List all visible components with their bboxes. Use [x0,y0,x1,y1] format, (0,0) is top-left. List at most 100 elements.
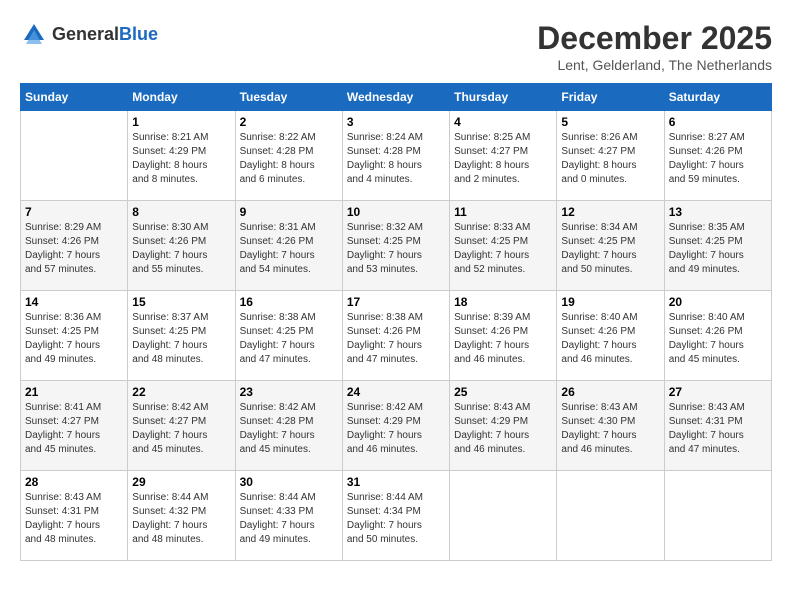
day-number: 3 [347,115,445,129]
calendar-cell: 28 Sunrise: 8:43 AM Sunset: 4:31 PM Dayli… [21,471,128,561]
day-info: Sunrise: 8:29 AM Sunset: 4:26 PM Dayligh… [25,221,123,277]
location-subtitle: Lent, Gelderland, The Netherlands [537,57,772,73]
day-info: Sunrise: 8:22 AM Sunset: 4:28 PM Dayligh… [240,131,338,187]
day-info: Sunrise: 8:43 AM Sunset: 4:29 PM Dayligh… [454,401,552,457]
page-header: GeneralBlue December 2025 Lent, Gelderla… [20,20,772,73]
calendar-cell: 25 Sunrise: 8:43 AM Sunset: 4:29 PM Dayli… [450,381,557,471]
day-number: 12 [561,205,659,219]
calendar-body: 1 Sunrise: 8:21 AM Sunset: 4:29 PM Daylig… [21,111,772,561]
day-number: 13 [669,205,767,219]
month-title: December 2025 [537,20,772,57]
day-info: Sunrise: 8:44 AM Sunset: 4:33 PM Dayligh… [240,491,338,547]
day-info: Sunrise: 8:41 AM Sunset: 4:27 PM Dayligh… [25,401,123,457]
calendar-cell: 29Sunrise: 8:44 AM Sunset: 4:32 PM Dayli… [128,471,235,561]
calendar-cell: 31 Sunrise: 8:44 AM Sunset: 4:34 PM Dayli… [342,471,449,561]
calendar-cell: 2Sunrise: 8:22 AM Sunset: 4:28 PM Daylig… [235,111,342,201]
calendar-cell: 21 Sunrise: 8:41 AM Sunset: 4:27 PM Dayli… [21,381,128,471]
calendar-cell: 12 Sunrise: 8:34 AM Sunset: 4:25 PM Dayli… [557,201,664,291]
day-info: Sunrise: 8:40 AM Sunset: 4:26 PM Dayligh… [561,311,659,367]
calendar-cell: 11 Sunrise: 8:33 AM Sunset: 4:25 PM Dayli… [450,201,557,291]
day-info: Sunrise: 8:26 AM Sunset: 4:27 PM Dayligh… [561,131,659,187]
day-info: Sunrise: 8:31 AM Sunset: 4:26 PM Dayligh… [240,221,338,277]
day-info: Sunrise: 8:33 AM Sunset: 4:25 PM Dayligh… [454,221,552,277]
day-info: Sunrise: 8:43 AM Sunset: 4:31 PM Dayligh… [669,401,767,457]
day-number: 11 [454,205,552,219]
calendar-cell: 22 Sunrise: 8:42 AM Sunset: 4:27 PM Dayli… [128,381,235,471]
calendar-cell: 3 Sunrise: 8:24 AM Sunset: 4:28 PM Daylig… [342,111,449,201]
calendar-cell: 27 Sunrise: 8:43 AM Sunset: 4:31 PM Dayli… [664,381,771,471]
header-sunday: Sunday [21,84,128,111]
day-number: 20 [669,295,767,309]
day-number: 28 [25,475,123,489]
calendar-cell: 17 Sunrise: 8:38 AM Sunset: 4:26 PM Dayli… [342,291,449,381]
day-info: Sunrise: 8:24 AM Sunset: 4:28 PM Dayligh… [347,131,445,187]
day-info: Sunrise: 8:42 AM Sunset: 4:28 PM Dayligh… [240,401,338,457]
day-info: Sunrise: 8:21 AM Sunset: 4:29 PM Dayligh… [132,131,230,187]
day-info: Sunrise: 8:36 AM Sunset: 4:25 PM Dayligh… [25,311,123,367]
calendar-week-1: 7 Sunrise: 8:29 AM Sunset: 4:26 PM Daylig… [21,201,772,291]
header-thursday: Thursday [450,84,557,111]
calendar-cell [21,111,128,201]
day-info: Sunrise: 8:43 AM Sunset: 4:31 PM Dayligh… [25,491,123,547]
calendar-cell: 1 Sunrise: 8:21 AM Sunset: 4:29 PM Daylig… [128,111,235,201]
calendar-cell: 9 Sunrise: 8:31 AM Sunset: 4:26 PM Daylig… [235,201,342,291]
title-block: December 2025 Lent, Gelderland, The Neth… [537,20,772,73]
calendar-week-0: 1 Sunrise: 8:21 AM Sunset: 4:29 PM Daylig… [21,111,772,201]
calendar-cell: 8Sunrise: 8:30 AM Sunset: 4:26 PM Daylig… [128,201,235,291]
calendar-cell: 6Sunrise: 8:27 AM Sunset: 4:26 PM Daylig… [664,111,771,201]
day-number: 21 [25,385,123,399]
day-info: Sunrise: 8:42 AM Sunset: 4:27 PM Dayligh… [132,401,230,457]
day-number: 8 [132,205,230,219]
calendar-week-4: 28 Sunrise: 8:43 AM Sunset: 4:31 PM Dayli… [21,471,772,561]
day-number: 15 [132,295,230,309]
day-number: 6 [669,115,767,129]
day-info: Sunrise: 8:32 AM Sunset: 4:25 PM Dayligh… [347,221,445,277]
calendar-table: Sunday Monday Tuesday Wednesday Thursday… [20,83,772,561]
day-number: 1 [132,115,230,129]
calendar-cell: 20 Sunrise: 8:40 AM Sunset: 4:26 PM Dayli… [664,291,771,381]
calendar-week-3: 21 Sunrise: 8:41 AM Sunset: 4:27 PM Dayli… [21,381,772,471]
day-info: Sunrise: 8:42 AM Sunset: 4:29 PM Dayligh… [347,401,445,457]
day-number: 16 [240,295,338,309]
day-info: Sunrise: 8:44 AM Sunset: 4:32 PM Dayligh… [132,491,230,547]
day-info: Sunrise: 8:43 AM Sunset: 4:30 PM Dayligh… [561,401,659,457]
calendar-cell: 5 Sunrise: 8:26 AM Sunset: 4:27 PM Daylig… [557,111,664,201]
day-number: 5 [561,115,659,129]
day-number: 4 [454,115,552,129]
day-number: 14 [25,295,123,309]
day-info: Sunrise: 8:39 AM Sunset: 4:26 PM Dayligh… [454,311,552,367]
calendar-cell: 16 Sunrise: 8:38 AM Sunset: 4:25 PM Dayli… [235,291,342,381]
header-friday: Friday [557,84,664,111]
day-info: Sunrise: 8:38 AM Sunset: 4:25 PM Dayligh… [240,311,338,367]
header-row: Sunday Monday Tuesday Wednesday Thursday… [21,84,772,111]
calendar-header: Sunday Monday Tuesday Wednesday Thursday… [21,84,772,111]
calendar-cell: 14 Sunrise: 8:36 AM Sunset: 4:25 PM Dayli… [21,291,128,381]
day-number: 18 [454,295,552,309]
calendar-cell [557,471,664,561]
day-number: 27 [669,385,767,399]
logo: GeneralBlue [20,20,158,48]
day-number: 7 [25,205,123,219]
calendar-cell: 30 Sunrise: 8:44 AM Sunset: 4:33 PM Dayli… [235,471,342,561]
calendar-cell: 18 Sunrise: 8:39 AM Sunset: 4:26 PM Dayli… [450,291,557,381]
day-info: Sunrise: 8:40 AM Sunset: 4:26 PM Dayligh… [669,311,767,367]
day-number: 30 [240,475,338,489]
calendar-cell: 23Sunrise: 8:42 AM Sunset: 4:28 PM Dayli… [235,381,342,471]
calendar-week-2: 14 Sunrise: 8:36 AM Sunset: 4:25 PM Dayli… [21,291,772,381]
calendar-cell [450,471,557,561]
day-number: 22 [132,385,230,399]
day-info: Sunrise: 8:34 AM Sunset: 4:25 PM Dayligh… [561,221,659,277]
day-info: Sunrise: 8:35 AM Sunset: 4:25 PM Dayligh… [669,221,767,277]
calendar-cell: 15Sunrise: 8:37 AM Sunset: 4:25 PM Dayli… [128,291,235,381]
calendar-cell: 26Sunrise: 8:43 AM Sunset: 4:30 PM Dayli… [557,381,664,471]
day-number: 25 [454,385,552,399]
day-number: 17 [347,295,445,309]
calendar-cell: 19Sunrise: 8:40 AM Sunset: 4:26 PM Dayli… [557,291,664,381]
header-tuesday: Tuesday [235,84,342,111]
day-info: Sunrise: 8:38 AM Sunset: 4:26 PM Dayligh… [347,311,445,367]
day-number: 31 [347,475,445,489]
day-info: Sunrise: 8:44 AM Sunset: 4:34 PM Dayligh… [347,491,445,547]
day-number: 10 [347,205,445,219]
day-info: Sunrise: 8:25 AM Sunset: 4:27 PM Dayligh… [454,131,552,187]
day-number: 9 [240,205,338,219]
